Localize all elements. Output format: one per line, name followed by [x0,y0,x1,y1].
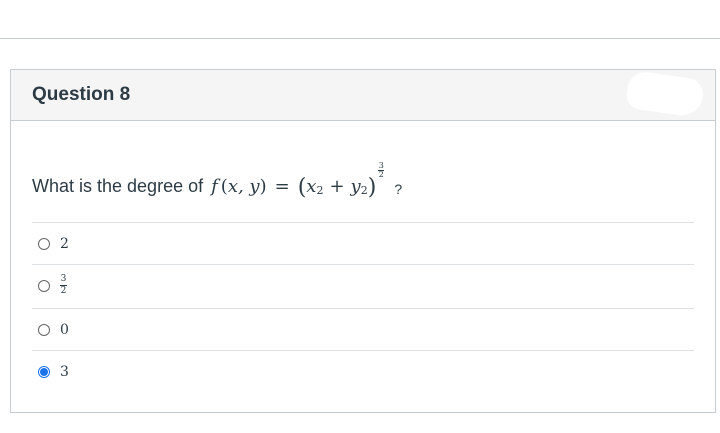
answer-option-2[interactable]: 3 2 [32,264,694,306]
exponent-denominator: 2 [378,170,384,179]
question-header: Question 8 [11,69,715,121]
radio-button[interactable] [38,237,50,250]
base-x: x [306,176,317,197]
exponent-fraction: 3 2 [378,161,385,179]
function-name: f [211,176,218,197]
radio-button-selected[interactable] [38,365,50,378]
answer-numerator: 3 [60,274,67,284]
question-title: Question 8 [32,84,131,105]
answer-label: 0 [60,321,69,338]
radio-button[interactable] [38,323,50,336]
top-divider [0,38,720,39]
answer-option-3[interactable]: 0 [32,308,694,350]
plus-sign: + [329,176,345,197]
exponent-numerator: 3 [378,161,384,170]
question-card: Question 8 What is the degree of f (x, y… [10,69,716,413]
square-x: 2 [316,184,324,197]
question-formula: f (x, y) = (x 2 + y 2) 3 2 [211,161,385,200]
question-text: What is the degree of f (x, y) = (x 2 + y… [32,160,402,200]
answer-label: 2 [60,235,69,252]
answer-option-4[interactable]: 3 [32,350,694,392]
answer-fraction: 3 2 [60,275,67,296]
question-mark: ? [394,181,403,197]
question-prompt: What is the degree of [32,176,204,196]
square-y: 2 [360,184,368,197]
answer-option-1[interactable]: 2 [32,222,694,264]
answer-label: 3 [60,363,69,380]
equals-sign: = [274,176,290,197]
answer-denominator: 2 [60,286,67,296]
function-args: x, y [227,176,260,197]
radio-button[interactable] [38,279,50,292]
base-y: y [350,176,361,197]
redaction-blob [624,69,706,119]
